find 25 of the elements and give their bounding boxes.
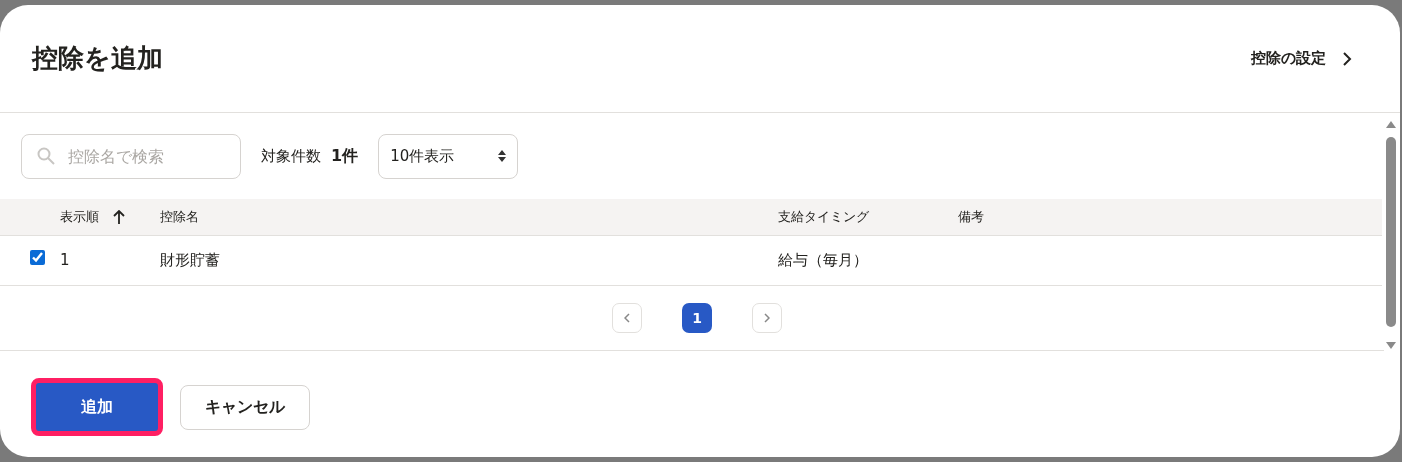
chevron-right-icon: [1342, 51, 1352, 66]
table-cell: 給与（毎月）: [778, 251, 868, 270]
page-size-select[interactable]: 10件表示: [378, 133, 519, 179]
row-checkbox[interactable]: [30, 250, 45, 266]
settings-link[interactable]: 控除の設定: [1251, 47, 1352, 70]
column-header[interactable]: 備考: [958, 207, 984, 227]
next-page-button[interactable]: [752, 303, 782, 333]
chevron-left-icon: [624, 313, 630, 323]
chevron-right-icon: [764, 313, 770, 323]
search-field[interactable]: 控除名で検索: [21, 133, 241, 179]
dialog-title: 控除を追加: [32, 42, 163, 75]
table-cell: 1: [60, 251, 70, 270]
table-cell: 財形貯蓄: [160, 251, 220, 270]
search-icon: [37, 146, 55, 165]
column-header[interactable]: 控除名: [160, 207, 199, 227]
sort-up-icon: [113, 210, 125, 224]
column-header[interactable]: 表示順: [60, 207, 125, 227]
count-value: 1件: [331, 145, 359, 167]
sort-arrows-icon: [498, 150, 507, 162]
cancel-button[interactable]: キャンセル: [180, 384, 310, 430]
scrollbar-drawing[interactable]: [1384, 119, 1398, 351]
column-header[interactable]: 支給タイミング: [778, 207, 869, 227]
count-label: 対象件数: [261, 145, 321, 167]
previous-page-button[interactable]: [612, 303, 642, 333]
page-button[interactable]: 1: [682, 303, 712, 333]
